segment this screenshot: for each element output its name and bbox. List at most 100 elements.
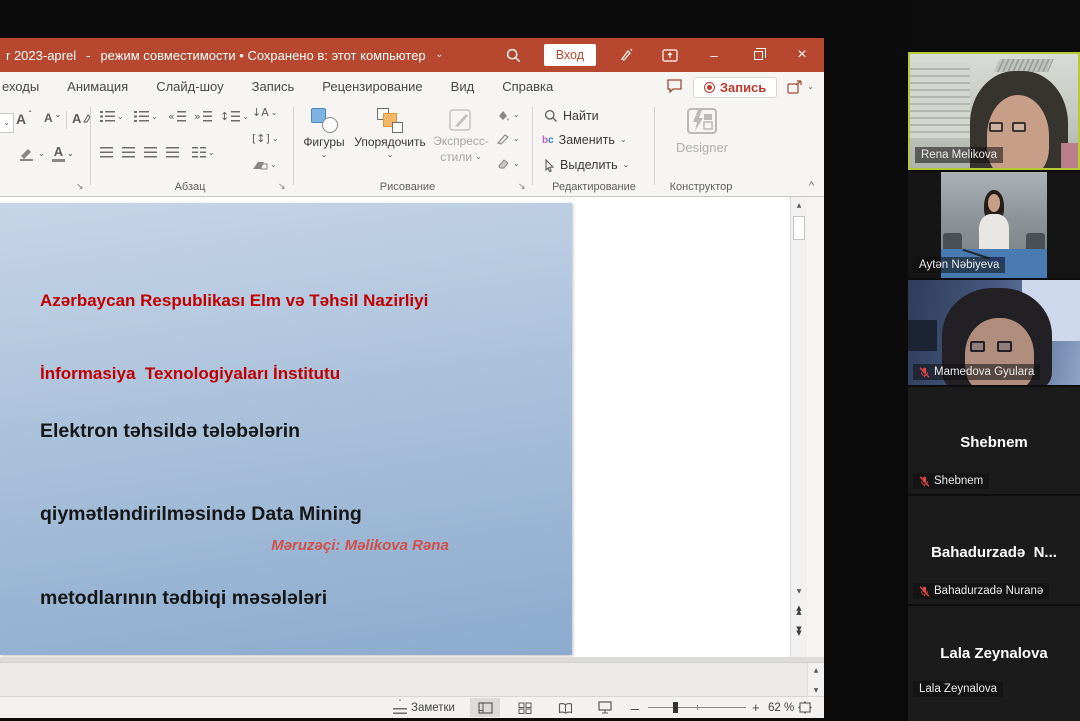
scroll-up-icon[interactable]: ▲ xyxy=(791,202,807,209)
select-button[interactable]: Выделить⌄ xyxy=(544,158,629,172)
clear-formatting-icon[interactable]: A xyxy=(72,111,91,126)
align-right-icon[interactable] xyxy=(144,147,157,158)
notes-scroll-down-icon[interactable]: ▼ xyxy=(808,687,824,694)
title-bar: r 2023-aprel - режим совместимости • Сох… xyxy=(0,38,824,72)
bullet-list-icon[interactable]: ⌄ xyxy=(100,111,124,122)
tab-review[interactable]: Рецензирование xyxy=(308,72,436,101)
tab-animation[interactable]: Анимация xyxy=(53,72,142,101)
slide[interactable]: Azərbaycan Respublikası Elm və Təhsil Na… xyxy=(0,203,572,655)
notes-scrollbar[interactable]: ▲ ▼ xyxy=(807,663,824,697)
participant-name-label: Rena Melikova xyxy=(915,147,1003,163)
chevron-down-icon: ⌄ xyxy=(807,83,814,91)
find-button[interactable]: Найти xyxy=(544,109,599,123)
previous-slide-icon[interactable]: ▲▲ xyxy=(791,606,807,614)
justify-icon[interactable] xyxy=(166,147,179,158)
scroll-down-icon[interactable]: ▼ xyxy=(791,588,807,595)
zoom-out-button[interactable]: – xyxy=(631,697,639,718)
align-center-icon[interactable] xyxy=(122,147,135,158)
zoom-level[interactable]: 62 % xyxy=(768,697,794,718)
participant-tile-rena-melikova[interactable]: Rena Melikova xyxy=(908,52,1080,170)
line-spacing-icon[interactable]: ↕⌄ xyxy=(220,111,249,122)
tab-slideshow[interactable]: Слайд-шоу xyxy=(142,72,237,101)
participant-tile-bahadurzada-nurana[interactable]: Bahadurzadə N... Bahadurzadə Nuranə xyxy=(908,496,1080,604)
powerpoint-window: r 2023-aprel - режим совместимости • Сох… xyxy=(0,38,824,718)
comments-icon[interactable] xyxy=(666,78,683,96)
paragraph-dialog-launcher-icon[interactable]: ↘ xyxy=(278,182,286,192)
search-icon[interactable] xyxy=(492,38,536,72)
scrollbar-thumb[interactable] xyxy=(793,216,805,240)
notes-toggle[interactable]: ˆ Заметки xyxy=(393,697,455,718)
drawing-dialog-launcher-icon[interactable]: ↘ xyxy=(518,182,526,192)
tab-record[interactable]: Запись xyxy=(238,72,309,101)
pen-marker-icon[interactable] xyxy=(604,38,648,72)
participant-name-label: Lala Zeynalova xyxy=(913,681,1003,697)
notes-icon: ˆ xyxy=(393,700,407,716)
participant-name-label: Mamedova Gyulara xyxy=(913,364,1040,380)
participant-tile-mamedova-gyulara[interactable]: Mamedova Gyulara xyxy=(908,280,1080,385)
quick-styles-button: Экспресс- стили⌄ xyxy=(430,108,492,164)
font-dialog-launcher-icon[interactable]: ↘ xyxy=(76,182,84,192)
document-title: r 2023-aprel xyxy=(6,48,76,63)
screen: r 2023-aprel - режим совместимости • Сох… xyxy=(0,0,1080,721)
shape-fill-icon[interactable]: ⌄ xyxy=(496,109,520,121)
ribbon: ⌄ Aˆ A⌄ A ⌄ A⌄ ↘ ⌄ ⌄ « » ↕⌄ ⌄ ↓A xyxy=(0,101,824,197)
designer-button: Designer xyxy=(660,106,744,164)
font-size-dropdown[interactable]: ⌄ xyxy=(0,113,14,133)
participants-panel: Rena Melikova Aytən Nəbiyeva xyxy=(908,0,1080,721)
group-label-designer: Конструктор xyxy=(656,181,746,193)
notes-pane[interactable]: ▲ ▼ xyxy=(0,662,824,696)
participant-tile-lala-zeynalova[interactable]: Lala Zeynalova Lala Zeynalova xyxy=(908,606,1080,721)
minimize-button[interactable]: – xyxy=(692,38,736,72)
reading-view-button[interactable] xyxy=(550,698,580,717)
record-button[interactable]: Запись xyxy=(693,77,777,98)
font-color-icon[interactable]: A⌄ xyxy=(52,145,74,162)
align-text-icon[interactable]: [↕]⌄ xyxy=(252,133,279,144)
normal-view-button[interactable] xyxy=(470,698,500,717)
slide-sorter-view-button[interactable] xyxy=(510,698,540,717)
designer-icon xyxy=(684,106,720,136)
share-button[interactable]: ⌄ xyxy=(787,80,814,94)
notes-scroll-up-icon[interactable]: ▲ xyxy=(808,667,824,674)
shape-outline-icon[interactable]: ⌄ xyxy=(496,133,520,145)
slideshow-view-button[interactable] xyxy=(590,698,620,717)
tab-view[interactable]: Вид xyxy=(437,72,489,101)
increase-indent-icon[interactable]: » xyxy=(194,111,212,122)
participant-name-label: Shebnem xyxy=(913,473,989,489)
eraser-icon[interactable]: ⌄ xyxy=(496,158,520,169)
chevron-down-icon[interactable]: ⌄ xyxy=(436,51,444,60)
participant-tile-shebnem[interactable]: Shebnem Shebnem xyxy=(908,387,1080,494)
fit-to-window-icon[interactable] xyxy=(798,697,812,718)
align-left-icon[interactable] xyxy=(100,147,113,158)
convert-smartart-icon[interactable]: ⌄ xyxy=(252,159,277,171)
participant-tile-aytan-nabiyeva[interactable]: Aytən Nəbiyeva xyxy=(908,172,1080,278)
ribbon-display-options-icon[interactable] xyxy=(648,38,692,72)
zoom-slider-thumb[interactable] xyxy=(673,702,678,713)
arrange-button[interactable]: Упорядочить⌄ xyxy=(352,108,428,159)
collapse-ribbon-icon[interactable]: ^ xyxy=(809,180,814,192)
record-dot-icon xyxy=(704,82,715,93)
highlighter-icon[interactable]: ⌄ xyxy=(18,147,45,161)
zoom-in-button[interactable]: + xyxy=(752,697,760,718)
next-slide-icon[interactable]: ▼▼ xyxy=(791,627,807,635)
vertical-scrollbar[interactable]: ▲ ▼ ▲▲ ▼▼ xyxy=(790,197,807,657)
decrease-indent-icon[interactable]: « xyxy=(168,111,186,122)
close-button[interactable]: × xyxy=(780,38,824,72)
muted-mic-icon xyxy=(919,586,930,597)
title-bar-text: r 2023-aprel - режим совместимости • Сох… xyxy=(0,48,443,63)
columns-icon[interactable]: ⌄ xyxy=(192,147,215,158)
tab-help[interactable]: Справка xyxy=(488,72,567,101)
replace-button[interactable]: bc Заменить⌄ xyxy=(542,133,627,147)
slide-title-text: Elektron təhsildə tələbələrin qiymətlənd… xyxy=(40,363,362,657)
restore-button[interactable] xyxy=(736,38,780,72)
text-direction-icon[interactable]: ↓A⌄ xyxy=(252,107,277,118)
numbered-list-icon[interactable]: ⌄ xyxy=(134,111,158,122)
increase-font-size-icon[interactable]: Aˆ xyxy=(16,111,32,127)
shapes-button[interactable]: Фигуры⌄ xyxy=(300,108,348,159)
find-icon xyxy=(544,109,558,123)
muted-mic-icon xyxy=(919,476,930,487)
login-button[interactable]: Вход xyxy=(544,44,596,66)
slide-canvas[interactable]: Azərbaycan Respublikası Elm və Təhsil Na… xyxy=(0,197,807,657)
tab-transitions[interactable]: еходы xyxy=(0,72,53,101)
decrease-font-size-icon[interactable]: A⌄ xyxy=(44,111,61,125)
zoom-slider[interactable] xyxy=(648,707,746,708)
